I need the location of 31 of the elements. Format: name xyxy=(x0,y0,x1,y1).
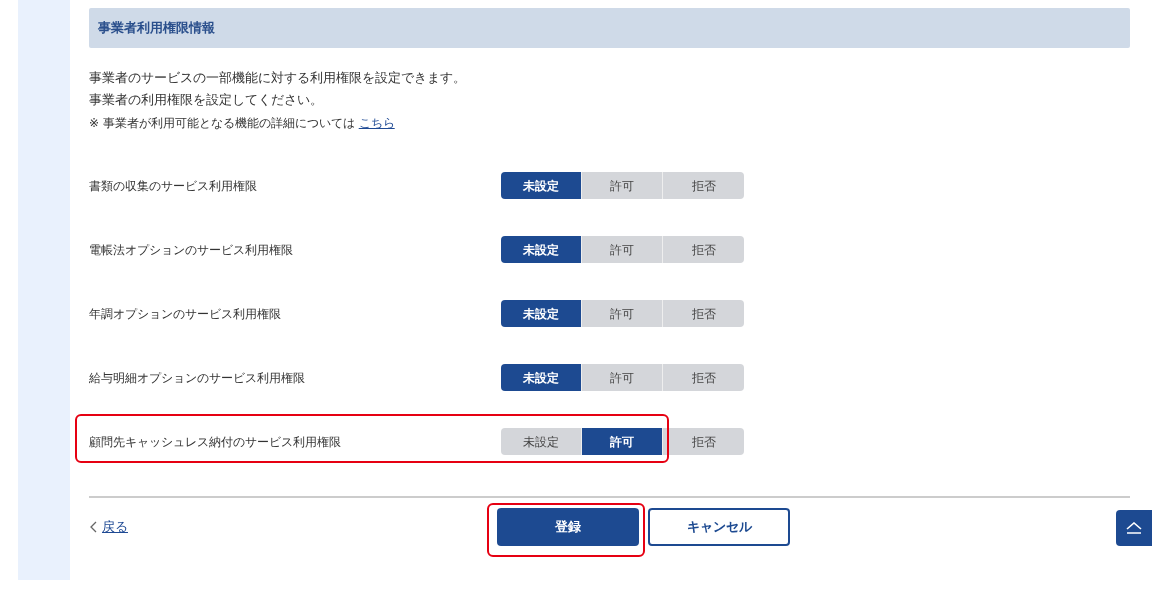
segment-option[interactable]: 拒否 xyxy=(663,172,744,199)
segment-option[interactable]: 許可 xyxy=(582,236,663,263)
details-link[interactable]: こちら xyxy=(358,115,395,130)
segment-option[interactable]: 許可 xyxy=(582,364,663,391)
permission-label: 電帳法オプションのサービス利用権限 xyxy=(89,241,294,259)
caret-up-icon xyxy=(1125,522,1143,534)
segment-option[interactable]: 許可 xyxy=(582,172,663,199)
description-text: 事業者のサービスの一部機能に対する利用権限を設定できます。 xyxy=(89,68,467,87)
permission-label: 書類の収集のサービス利用権限 xyxy=(89,177,258,195)
segment-option[interactable]: 許可 xyxy=(582,300,663,327)
segment-option[interactable]: 未設定 xyxy=(501,364,582,391)
chevron-left-icon xyxy=(89,520,98,533)
segment-option[interactable]: 未設定 xyxy=(501,236,582,263)
description-text: 事業者の利用権限を設定してください。 xyxy=(89,90,324,109)
cancel-button[interactable]: キャンセル xyxy=(648,507,790,546)
back-link[interactable]: 戻る xyxy=(102,516,128,537)
note-text: ※ 事業者が利用可能となる機能の詳細については xyxy=(89,115,356,130)
segment-option[interactable]: 未設定 xyxy=(501,172,582,199)
section-title: 事業者利用権限情報 xyxy=(89,8,1130,48)
permission-label: 年調オプションのサービス利用権限 xyxy=(89,305,282,323)
segment-option[interactable]: 拒否 xyxy=(663,236,744,263)
segment-option[interactable]: 許可 xyxy=(582,428,663,455)
segment-option[interactable]: 拒否 xyxy=(663,364,744,391)
segment-option[interactable]: 未設定 xyxy=(501,300,582,327)
segment-option[interactable]: 拒否 xyxy=(663,428,744,455)
permission-label: 給与明細オプションのサービス利用権限 xyxy=(89,369,306,387)
register-button[interactable]: 登録 xyxy=(497,507,639,546)
scroll-top-button[interactable] xyxy=(1116,510,1152,546)
segment-option[interactable]: 拒否 xyxy=(663,300,744,327)
segment-option[interactable]: 未設定 xyxy=(501,428,582,455)
permission-label: 顧問先キャッシュレス納付のサービス利用権限 xyxy=(89,433,342,451)
